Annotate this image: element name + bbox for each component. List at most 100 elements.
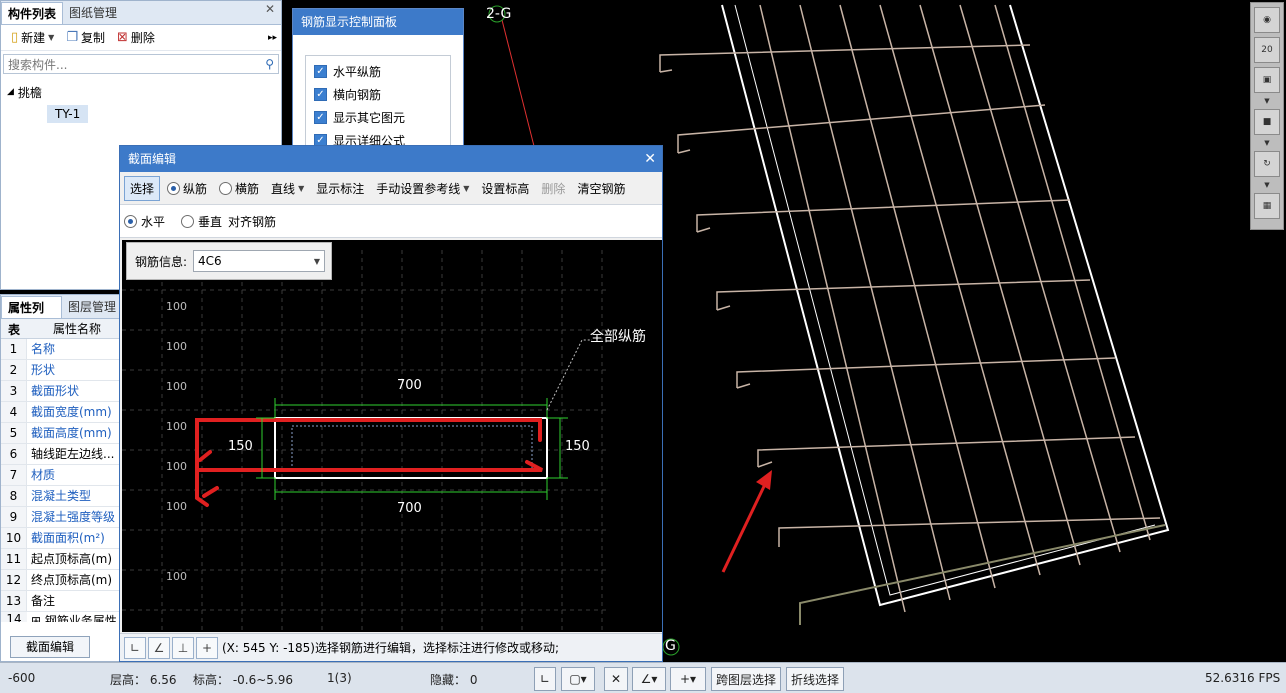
angle-icon[interactable]: ∠ [148, 636, 170, 659]
component-tree: ◢ 挑檐 TY-1 [1, 77, 281, 129]
cross-layer-select-button[interactable]: 跨图层选择 [711, 667, 781, 691]
expand-triangle-icon[interactable]: ◢ [7, 87, 14, 97]
close-icon[interactable]: ✕ [265, 3, 275, 15]
property-row[interactable]: 11 起点顶标高(m) [1, 549, 121, 570]
property-row[interactable]: 5 截面高度(mm) [1, 423, 121, 444]
property-row[interactable]: 12 终点顶标高(m) [1, 570, 121, 591]
globe-view-icon[interactable]: ◉ [1254, 7, 1280, 33]
chevron-down-icon: ▼ [298, 183, 305, 193]
tree-node-root[interactable]: ◢ 挑檐 [7, 81, 275, 103]
property-row[interactable]: 6 轴线距左边线... [1, 444, 121, 465]
new-button[interactable]: ▯ 新建 ▼ [7, 27, 58, 48]
search-icon[interactable]: ⚲ [265, 57, 274, 71]
chevron-down-icon[interactable]: ▼ [1264, 139, 1269, 147]
delete-button[interactable]: ⊠ 删除 [113, 27, 159, 48]
close-icon[interactable]: ✕ [644, 146, 656, 172]
perpendicular-icon[interactable]: ⊥ [172, 636, 194, 659]
property-row[interactable]: 4 截面宽度(mm) [1, 402, 121, 423]
radio-icon[interactable] [219, 181, 233, 195]
ortho-icon[interactable]: ∟ [534, 667, 556, 691]
solid-cube-icon[interactable]: ■ [1254, 109, 1280, 135]
cross-icon[interactable]: ✕ [604, 667, 628, 691]
rebar-info-value: 4C6 [198, 254, 222, 268]
ortho-icon[interactable]: ∟ [124, 636, 146, 659]
copy-button[interactable]: ❐ 复制 [62, 27, 109, 48]
property-row[interactable]: 8 混凝土类型 [1, 486, 121, 507]
scale-label: 20 [1261, 45, 1273, 55]
chevron-down-icon[interactable]: ▼ [314, 257, 320, 266]
radio-selected-icon[interactable] [124, 214, 137, 228]
tab-layer-management[interactable]: 图层管理 [62, 296, 121, 318]
show-dim-button[interactable]: 显示标注 [311, 177, 369, 200]
dim-left-label[interactable]: 150 [228, 439, 253, 454]
checkbox-checked-icon[interactable]: ✓ [314, 111, 327, 124]
property-row-number: 4 [1, 402, 27, 422]
snap-icon[interactable]: ▢▾ [561, 667, 595, 691]
property-row[interactable]: 1 名称 [1, 339, 121, 360]
chevron-down-icon[interactable]: ▼ [1264, 97, 1269, 105]
component-search-input[interactable]: 搜索构件... ⚲ [3, 54, 279, 74]
property-row-number: 11 [1, 549, 27, 569]
section-edit-button[interactable]: 截面编辑 [10, 636, 90, 658]
grid-view-icon[interactable]: ▦ [1254, 193, 1280, 219]
manual-ref-dropdown[interactable]: 手动设置参考线 ▼ [371, 177, 474, 200]
chevron-down-icon[interactable]: ▼ [48, 33, 54, 42]
grid-label: 100 [166, 570, 187, 583]
tab-component-list[interactable]: 构件列表 [1, 2, 64, 24]
polyline-select-button[interactable]: 折线选择 [786, 667, 844, 691]
property-row[interactable]: 7 材质 [1, 465, 121, 486]
offset-icon[interactable]: +▾ [670, 667, 706, 691]
trans-bar-radio[interactable]: 横筋 [214, 177, 264, 200]
radio-icon[interactable] [181, 214, 195, 228]
tree-node-leaf[interactable]: TY-1 [7, 103, 275, 125]
copy-button-label: 复制 [80, 31, 105, 45]
offset-icon[interactable]: + [196, 636, 218, 659]
cube-view-icon[interactable]: ▣ [1254, 67, 1280, 93]
property-row[interactable]: 9 混凝土强度等级 [1, 507, 121, 528]
property-row-name: 备注 [31, 594, 56, 608]
option-other-elements[interactable]: ✓ 显示其它图元 [314, 106, 442, 129]
property-row-number: 12 [1, 570, 27, 590]
section-canvas[interactable]: 100 100 100 100 100 100 100 700 700 150 150 全部… [122, 240, 662, 632]
vertical-radio[interactable]: 垂直 [181, 213, 222, 230]
select-button[interactable]: 选择 [124, 175, 161, 201]
rotate-icon[interactable]: ↻ [1254, 151, 1280, 177]
chevron-down-icon[interactable]: ▼ [1264, 181, 1269, 189]
delete-icon: ⊠ [117, 30, 128, 45]
scale-button[interactable]: 20 [1254, 37, 1280, 63]
clear-rebar-button[interactable]: 清空钢筋 [572, 177, 630, 200]
property-row-name: 形状 [31, 363, 56, 377]
radio-selected-icon[interactable] [167, 181, 181, 195]
checkbox-checked-icon[interactable]: ✓ [314, 65, 327, 78]
property-row[interactable]: 2 形状 [1, 360, 121, 381]
checkbox-checked-icon[interactable]: ✓ [314, 88, 327, 101]
vertical-label: 垂直 [198, 214, 223, 229]
more-icon[interactable]: ▸▸ [268, 33, 277, 43]
dim-top-label[interactable]: 700 [397, 378, 422, 393]
tab-drawing-management[interactable]: 图纸管理 [63, 2, 123, 24]
property-row-name: 起点顶标高(m) [31, 552, 113, 566]
horizontal-radio[interactable]: 水平 [124, 213, 165, 230]
property-row[interactable]: 13 备注 [1, 591, 121, 612]
dim-bottom-label[interactable]: 700 [397, 501, 422, 516]
option-horizontal-long[interactable]: ✓ 水平纵筋 [314, 60, 442, 83]
property-row[interactable]: 3 截面形状 [1, 381, 121, 402]
property-row-name: 材质 [31, 468, 56, 482]
property-row[interactable]: 10 截面面积(m²) [1, 528, 121, 549]
rebar-info-input[interactable]: 4C6 ▼ [193, 250, 326, 272]
tab-property-list[interactable]: 属性列表 [1, 296, 62, 337]
rebar-annotation[interactable]: 全部纵筋 [590, 326, 646, 346]
grid-label: 100 [166, 380, 187, 393]
dialog-titlebar[interactable]: 截面编辑 ✕ [120, 146, 662, 172]
tree-leaf-label[interactable]: TY-1 [47, 105, 89, 123]
align-rebar-button[interactable]: 对齐钢筋 [228, 213, 276, 230]
angle-icon[interactable]: ∠▾ [632, 667, 666, 691]
line-dropdown[interactable]: 直线 ▼ [266, 177, 309, 200]
set-elevation-button[interactable]: 设置标高 [476, 177, 534, 200]
dim-right-label[interactable]: 150 [565, 439, 590, 454]
floor-height-text: 层高： 6.56 [110, 673, 177, 687]
option-transverse[interactable]: ✓ 横向钢筋 [314, 83, 442, 106]
grid-label: 100 [166, 460, 187, 473]
long-bar-radio[interactable]: 纵筋 [162, 177, 212, 200]
delete-button-disabled[interactable]: 删除 [536, 177, 570, 200]
